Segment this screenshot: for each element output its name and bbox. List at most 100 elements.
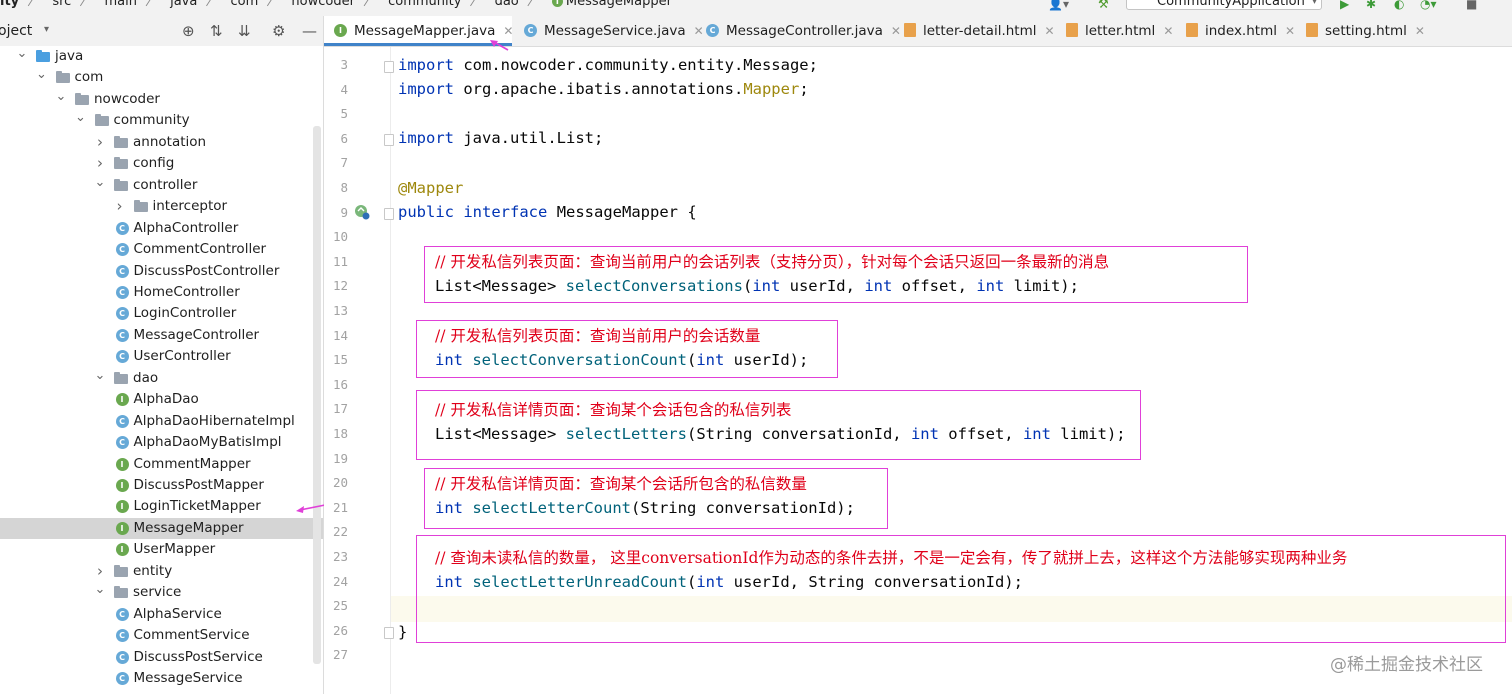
tree-item[interactable]: C MessageService bbox=[0, 668, 324, 689]
close-icon[interactable]: ✕ bbox=[1045, 24, 1055, 38]
minimize-icon[interactable]: — bbox=[302, 22, 317, 40]
tree-item[interactable]: › annotation bbox=[0, 132, 324, 153]
tree-item[interactable]: C HomeController bbox=[0, 282, 324, 303]
navigation-bar: ity 〉 src 〉 main 〉 java 〉 com 〉 nowcoder 〉 com… bbox=[0, 0, 1512, 16]
line-number: 26 bbox=[332, 622, 348, 638]
editor-tab[interactable]: index.html ✕ bbox=[1176, 16, 1295, 46]
tree-item[interactable]: C AlphaService bbox=[0, 604, 324, 625]
chevron-down-icon[interactable]: ⌄ bbox=[36, 64, 48, 85]
chevron-down-icon[interactable]: ⌄ bbox=[16, 46, 28, 64]
chevron-right-icon[interactable]: › bbox=[94, 132, 106, 153]
breadcrumb-item[interactable]: MessageMapper bbox=[566, 0, 672, 9]
breadcrumb-item[interactable]: src bbox=[52, 0, 71, 9]
code-line-import-message[interactable]: import com.nowcoder.community.entity.Mes… bbox=[398, 53, 818, 77]
tree-item[interactable]: I AlphaDao bbox=[0, 389, 324, 410]
tree-item[interactable]: C CommentController bbox=[0, 239, 324, 260]
tree-item[interactable]: C AlphaController bbox=[0, 218, 324, 239]
line-number: 17 bbox=[332, 401, 348, 417]
editor-tab-label: setting.html bbox=[1325, 23, 1407, 39]
tree-item[interactable]: › config bbox=[0, 153, 324, 174]
tree-item-label: AlphaService bbox=[133, 605, 222, 622]
chevron-right-icon[interactable]: › bbox=[114, 196, 126, 217]
tree-item[interactable]: ⌄ java bbox=[0, 46, 324, 67]
fold-icon[interactable] bbox=[384, 627, 394, 639]
tree-item[interactable]: I MessageMapper bbox=[0, 517, 324, 539]
scrollbar[interactable] bbox=[313, 126, 321, 664]
tree-item[interactable]: › entity bbox=[0, 561, 324, 582]
tree-item[interactable]: C DiscussPostService bbox=[0, 647, 324, 668]
run-configuration-select[interactable]: CommunityApplication ▾ bbox=[1126, 0, 1322, 10]
collapse-all-icon[interactable]: ⇊ bbox=[238, 22, 251, 40]
gear-icon[interactable]: ⚙ bbox=[272, 22, 285, 40]
tree-item-label: UserController bbox=[133, 348, 231, 365]
editor-tab[interactable]: C MessageController.java ✕ bbox=[696, 16, 901, 46]
chevron-down-icon[interactable]: ⌄ bbox=[55, 86, 67, 107]
breadcrumb-item[interactable]: community bbox=[388, 0, 461, 9]
tree-item[interactable]: ⌄ controller bbox=[0, 175, 324, 196]
close-icon[interactable]: ✕ bbox=[503, 24, 513, 38]
breadcrumb-item[interactable]: main bbox=[104, 0, 136, 9]
tree-item[interactable]: ⌄ service bbox=[0, 582, 324, 603]
project-panel-title[interactable]: oject bbox=[0, 23, 32, 39]
breadcrumb-item[interactable]: ity bbox=[0, 0, 19, 9]
profile-icon[interactable]: ◔▾ bbox=[1420, 0, 1437, 11]
tree-item[interactable]: I LoginTicketMapper bbox=[0, 496, 324, 517]
watermark: @稀土掘金技术社区 bbox=[1330, 655, 1483, 675]
breadcrumb-item[interactable]: dao bbox=[495, 0, 519, 9]
close-icon[interactable]: ✕ bbox=[1285, 24, 1295, 38]
fold-icon[interactable] bbox=[384, 134, 394, 146]
debug-icon[interactable]: ✱ bbox=[1366, 0, 1376, 11]
editor-tab[interactable]: letter-detail.html ✕ bbox=[894, 16, 1055, 46]
class-icon: C bbox=[115, 672, 129, 686]
tree-item[interactable]: ⌄ dao bbox=[0, 368, 324, 389]
chevron-down-icon[interactable]: ⌄ bbox=[94, 172, 106, 193]
tree-item[interactable]: C DiscussPostController bbox=[0, 261, 324, 282]
code-line-import-list[interactable]: import java.util.List; bbox=[398, 126, 603, 150]
line-number: 24 bbox=[332, 573, 348, 589]
breadcrumb-item[interactable]: nowcoder bbox=[291, 0, 355, 9]
tree-item[interactable]: C AlphaDaoHibernateImpl bbox=[0, 411, 324, 432]
tree-item[interactable]: I DiscussPostMapper bbox=[0, 475, 324, 496]
tree-item[interactable]: I UserMapper bbox=[0, 539, 324, 560]
chevron-down-icon[interactable]: ▾ bbox=[44, 24, 49, 35]
code-line-import-mapper[interactable]: import org.apache.ibatis.annotations.Map… bbox=[398, 77, 809, 101]
code-line-interface-decl[interactable]: public interface MessageMapper { bbox=[398, 200, 697, 224]
chevron-down-icon[interactable]: ⌄ bbox=[94, 365, 106, 386]
tree-item[interactable]: C CommentService bbox=[0, 625, 324, 646]
coverage-icon[interactable]: ◐ bbox=[1394, 0, 1404, 11]
fold-icon[interactable] bbox=[384, 208, 394, 220]
close-icon[interactable]: ✕ bbox=[1415, 24, 1425, 38]
editor-tab-label: index.html bbox=[1205, 23, 1277, 39]
user-icon[interactable]: 👤▾ bbox=[1048, 0, 1069, 11]
tree-item[interactable]: ⌄ community bbox=[0, 110, 324, 131]
run-icon[interactable]: ▶ bbox=[1340, 0, 1349, 11]
code-line-annotation[interactable]: @Mapper bbox=[398, 176, 463, 200]
editor-tab[interactable]: letter.html ✕ bbox=[1056, 16, 1174, 46]
locate-icon[interactable]: ⊕ bbox=[182, 22, 195, 40]
tree-item[interactable]: C MessageController bbox=[0, 325, 324, 346]
class-icon: C bbox=[115, 650, 129, 664]
stop-icon[interactable]: ■ bbox=[1466, 0, 1477, 11]
tree-item[interactable]: I CommentMapper bbox=[0, 454, 324, 475]
editor-tab-label: letter-detail.html bbox=[923, 23, 1037, 39]
tree-item[interactable]: C UserController bbox=[0, 346, 324, 367]
tree-item[interactable]: › interceptor bbox=[0, 196, 324, 217]
chevron-down-icon[interactable]: ⌄ bbox=[75, 107, 87, 128]
tree-item[interactable]: C LoginController bbox=[0, 303, 324, 324]
code-line-closing-brace[interactable]: } bbox=[398, 620, 407, 644]
chevron-down-icon[interactable]: ⌄ bbox=[94, 579, 106, 600]
tree-item[interactable]: C AlphaDaoMyBatisImpl bbox=[0, 432, 324, 453]
tree-item[interactable]: ⌄ com bbox=[0, 67, 324, 88]
fold-icon[interactable] bbox=[384, 61, 394, 73]
breadcrumb-item[interactable]: com bbox=[231, 0, 259, 9]
close-icon[interactable]: ✕ bbox=[1163, 24, 1173, 38]
folder-icon bbox=[75, 92, 89, 105]
class-icon: C bbox=[706, 23, 719, 37]
breadcrumb-item[interactable]: java bbox=[170, 0, 197, 9]
hammer-icon[interactable]: ⚒ bbox=[1098, 0, 1109, 11]
expand-all-icon[interactable]: ⇅ bbox=[210, 22, 223, 40]
editor-tab[interactable]: setting.html ✕ bbox=[1296, 16, 1425, 46]
mybatis-mapper-icon[interactable] bbox=[353, 203, 371, 221]
tree-item[interactable]: ⌄ nowcoder bbox=[0, 89, 324, 110]
editor-tab[interactable]: C MessageService.java ✕ bbox=[514, 16, 704, 46]
